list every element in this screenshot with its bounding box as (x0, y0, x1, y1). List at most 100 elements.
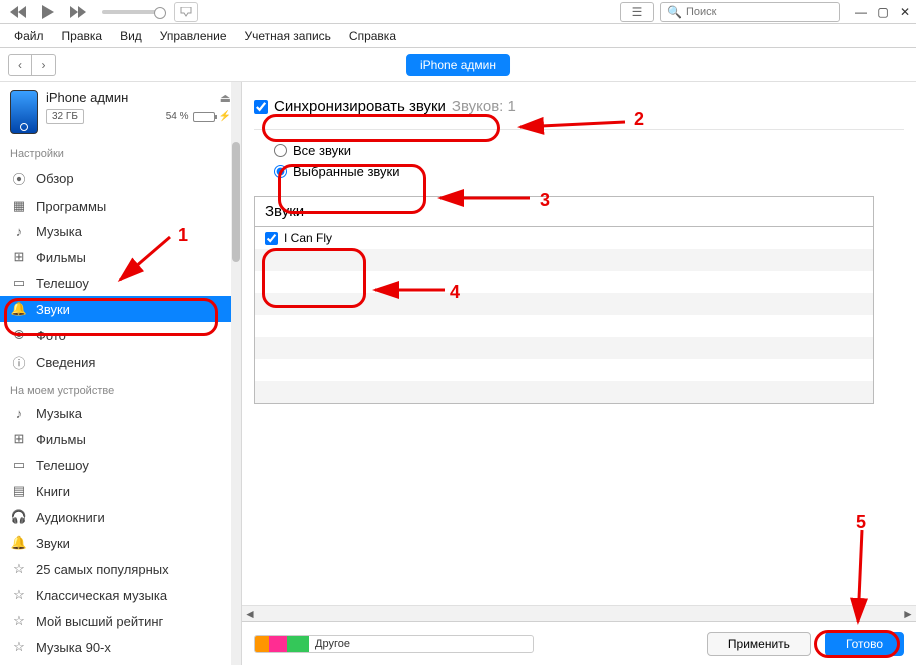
sidebar-device-item[interactable]: ▭Телешоу (0, 452, 241, 478)
prev-button[interactable] (4, 2, 32, 22)
menu-view[interactable]: Вид (112, 26, 150, 46)
sounds-panel-header: Звуки (255, 197, 873, 226)
sound-row[interactable] (255, 337, 873, 359)
sync-sounds-row: Синхронизировать звуки Звуков: 1 (254, 92, 904, 130)
menubar: Файл Правка Вид Управление Учетная запис… (0, 24, 916, 48)
search-field[interactable]: 🔍 (660, 2, 840, 22)
sound-row[interactable] (255, 315, 873, 337)
sidebar-settings-item[interactable]: ⦿Обзор (0, 164, 241, 193)
sound-row[interactable] (255, 359, 873, 381)
sidebar-device-item[interactable]: ☆ Классическая музыка (0, 582, 241, 608)
list-view-button[interactable]: ☰ (620, 2, 654, 22)
sidebar-device-item[interactable]: ♪Музыка (0, 401, 241, 426)
sound-name: I Can Fly (284, 231, 332, 245)
volume-slider[interactable] (102, 10, 162, 14)
radio-selected-sounds[interactable]: Выбранные звуки (274, 161, 904, 182)
sidebar-item-label: Звуки (36, 536, 70, 551)
sound-checkbox[interactable] (265, 232, 278, 245)
sidebar-item-label: Фото (36, 328, 66, 343)
sound-row[interactable] (255, 271, 873, 293)
sidebar-settings-item[interactable]: ⦾Фото (0, 322, 241, 348)
sidebar-item-label: Классическая музыка (36, 588, 167, 603)
sidebar-settings-item[interactable]: ⊞Фильмы (0, 244, 241, 270)
content-hscrollbar[interactable]: ◄ ► (242, 605, 916, 621)
battery-status: 54 % ⚡ (166, 111, 231, 122)
sidebar-device-item[interactable]: ▤ Книги (0, 478, 241, 504)
sidebar-item-icon: ⊞ (10, 249, 28, 265)
sidebar-settings-item[interactable]: 🔔 Звуки (0, 296, 241, 322)
sidebar-item-icon: 🔔 (10, 301, 28, 317)
next-button[interactable] (64, 2, 92, 22)
minimize-button[interactable]: — (852, 4, 870, 20)
scroll-left-icon[interactable]: ◄ (242, 606, 258, 622)
sidebar-device-item[interactable]: ☆ Мой высший рейтинг (0, 608, 241, 634)
sidebar-device-item[interactable]: ☆Последние исполненны (0, 660, 241, 665)
sidebar-item-label: Звуки (36, 302, 70, 317)
forward-button[interactable]: › (32, 54, 56, 76)
sidebar-scrollbar[interactable] (231, 82, 241, 665)
sidebar-item-label: Сведения (36, 355, 95, 370)
sidebar-item-label: Фильмы (36, 432, 86, 447)
sidebar-device-item[interactable]: 🎧Аудиокниги (0, 504, 241, 530)
sound-row[interactable] (255, 381, 873, 403)
sound-row[interactable]: I Can Fly (255, 227, 873, 249)
search-input[interactable] (686, 6, 833, 18)
device-pill[interactable]: iPhone админ (406, 54, 510, 76)
sidebar-item-label: 25 самых популярных (36, 562, 169, 577)
playback-controls (4, 2, 198, 22)
search-icon: 🔍 (667, 5, 682, 19)
radio-all-sounds[interactable]: Все звуки (274, 140, 904, 161)
done-button[interactable]: Готово (825, 632, 904, 656)
airplay-button[interactable] (174, 2, 198, 22)
back-button[interactable]: ‹ (8, 54, 32, 76)
sidebar-settings-item[interactable]: ♪Музыка (0, 219, 241, 244)
sync-sounds-checkbox[interactable] (254, 100, 268, 114)
sidebar-settings-item[interactable]: ▦ Программы (0, 193, 241, 219)
sidebar-item-label: Телешоу (36, 276, 89, 291)
sidebar-item-icon: 🎧 (10, 509, 28, 525)
nav-bar: ‹ › iPhone админ (0, 48, 916, 82)
sidebar-item-icon: ☆ (10, 613, 28, 629)
sidebar-item-icon: ☆ (10, 587, 28, 603)
bottom-bar: Другое Применить Готово (242, 621, 916, 665)
sidebar-item-icon: ⊞ (10, 431, 28, 447)
menu-file[interactable]: Файл (6, 26, 52, 46)
sidebar-item-label: Музыка 90-х (36, 640, 111, 655)
sidebar-device-item[interactable]: ⊞ Фильмы (0, 426, 241, 452)
eject-button[interactable]: ⏏ (220, 91, 231, 105)
sidebar-item-icon: ▤ (10, 483, 28, 499)
apply-button[interactable]: Применить (707, 632, 811, 656)
sounds-list: I Can Fly (255, 226, 873, 403)
radio-selected-label: Выбранные звуки (293, 164, 400, 179)
charging-icon: ⚡ (219, 111, 231, 122)
device-thumbnail-icon (10, 90, 38, 134)
menu-controls[interactable]: Управление (152, 26, 235, 46)
section-settings-title: Настройки (0, 140, 241, 164)
menu-account[interactable]: Учетная запись (237, 26, 339, 46)
scroll-right-icon[interactable]: ► (900, 606, 916, 622)
sidebar-item-label: Мой высший рейтинг (36, 614, 163, 629)
sidebar-item-icon: ▦ (10, 198, 28, 214)
sidebar-device-item[interactable]: ☆Музыка 90-х (0, 634, 241, 660)
sync-mode-group: Все звуки Выбранные звуки (254, 130, 904, 196)
sidebar-item-label: Книги (36, 484, 70, 499)
capacity-badge: 32 ГБ (46, 109, 84, 124)
sound-row[interactable] (255, 293, 873, 315)
sidebar-device-item[interactable]: 🔔Звуки (0, 530, 241, 556)
sidebar-item-icon: ⓘ (10, 353, 28, 372)
sidebar: iPhone админ ⏏ 32 ГБ 54 % ⚡ Настройки ⦿О… (0, 82, 242, 665)
sidebar-settings-item[interactable]: ⓘ Сведения (0, 348, 241, 377)
sidebar-item-label: Телешоу (36, 458, 89, 473)
menu-edit[interactable]: Правка (54, 26, 111, 46)
maximize-button[interactable]: ▢ (874, 4, 892, 20)
close-button[interactable]: ✕ (896, 4, 914, 20)
sidebar-settings-item[interactable]: ▭ Телешоу (0, 270, 241, 296)
sidebar-device-item[interactable]: ☆25 самых популярных (0, 556, 241, 582)
menu-help[interactable]: Справка (341, 26, 404, 46)
play-button[interactable] (34, 2, 62, 22)
sidebar-item-label: Программы (36, 199, 106, 214)
sound-row[interactable] (255, 249, 873, 271)
sounds-panel: Звуки I Can Fly (254, 196, 874, 404)
section-device-title: На моем устройстве (0, 377, 241, 401)
sidebar-item-icon: ▭ (10, 275, 28, 291)
